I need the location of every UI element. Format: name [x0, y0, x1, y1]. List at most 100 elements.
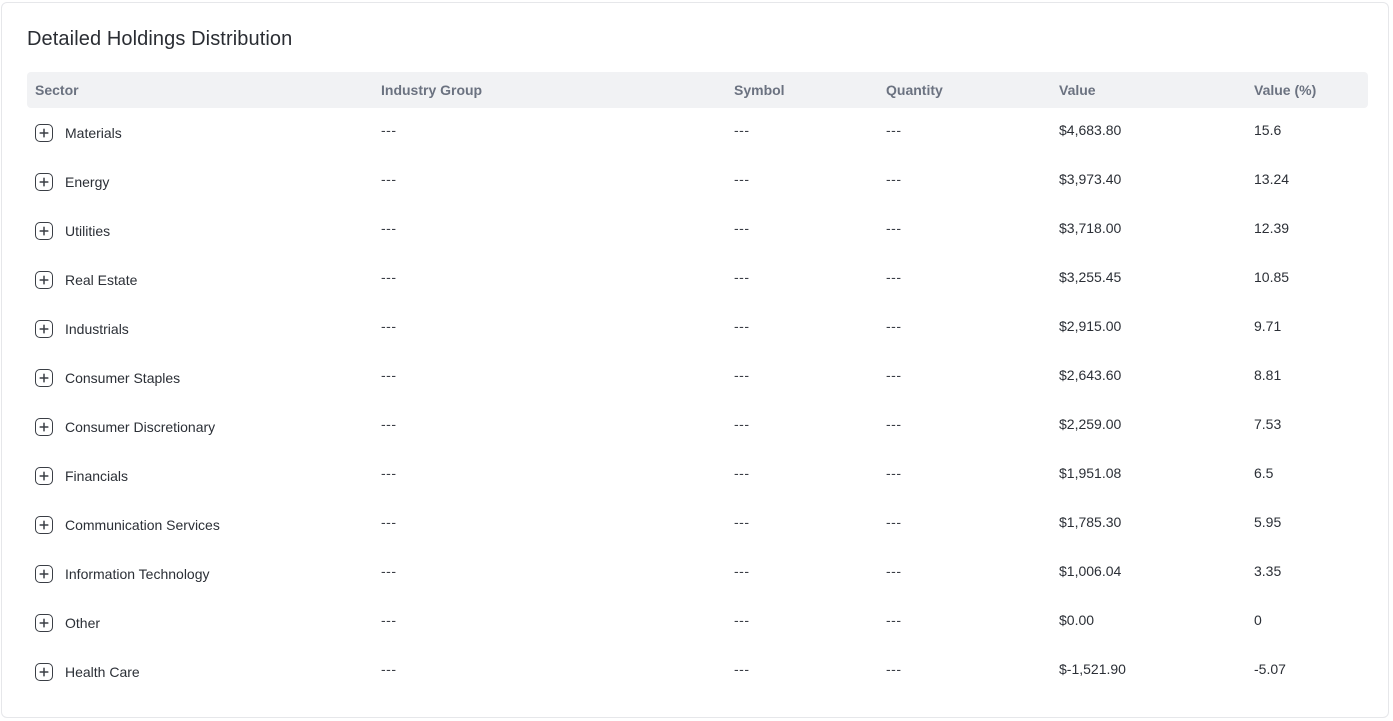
table-row: Financials --- --- --- $1,951.08 6.5	[27, 451, 1368, 500]
sector-label: Communication Services	[65, 517, 220, 533]
table-body: Materials --- --- --- $4,683.80 15.6 Ene…	[27, 108, 1368, 696]
table-row: Other --- --- --- $0.00 0	[27, 598, 1368, 647]
quantity-cell: ---	[886, 269, 902, 285]
column-header-sector[interactable]: Sector	[35, 72, 79, 108]
quantity-cell: ---	[886, 514, 902, 530]
sector-cell: Consumer Staples	[35, 353, 180, 402]
value-pct-cell: -5.07	[1254, 661, 1286, 677]
sector-label: Real Estate	[65, 272, 138, 288]
sector-label: Consumer Discretionary	[65, 419, 216, 435]
column-header-value-pct[interactable]: Value (%)	[1254, 72, 1316, 108]
value-pct-cell: 9.71	[1254, 318, 1282, 334]
expand-row-icon[interactable]	[35, 222, 53, 240]
sector-cell: Financials	[35, 451, 128, 500]
table-row: Health Care --- --- --- $-1,521.90 -5.07	[27, 647, 1368, 696]
value-cell: $1,006.04	[1059, 563, 1122, 579]
sector-cell: Materials	[35, 108, 122, 157]
expand-row-icon[interactable]	[35, 173, 53, 191]
column-header-symbol[interactable]: Symbol	[734, 72, 785, 108]
value-pct-cell: 7.53	[1254, 416, 1282, 432]
industry-group-cell: ---	[381, 563, 397, 579]
quantity-cell: ---	[886, 171, 902, 187]
sector-cell: Health Care	[35, 647, 140, 696]
symbol-cell: ---	[734, 171, 750, 187]
expand-row-icon[interactable]	[35, 320, 53, 338]
symbol-cell: ---	[734, 612, 750, 628]
table-header: Sector Industry Group Symbol Quantity Va…	[27, 72, 1368, 108]
industry-group-cell: ---	[381, 612, 397, 628]
industry-group-cell: ---	[381, 220, 397, 236]
sector-cell: Utilities	[35, 206, 110, 255]
table-row: Real Estate --- --- --- $3,255.45 10.85	[27, 255, 1368, 304]
symbol-cell: ---	[734, 367, 750, 383]
value-pct-cell: 0	[1254, 612, 1262, 628]
industry-group-cell: ---	[381, 171, 397, 187]
industry-group-cell: ---	[381, 269, 397, 285]
quantity-cell: ---	[886, 220, 902, 236]
symbol-cell: ---	[734, 269, 750, 285]
symbol-cell: ---	[734, 661, 750, 677]
value-cell: $1,951.08	[1059, 465, 1122, 481]
expand-row-icon[interactable]	[35, 663, 53, 681]
value-pct-cell: 13.24	[1254, 171, 1290, 187]
sector-label: Other	[65, 615, 101, 631]
symbol-cell: ---	[734, 416, 750, 432]
value-pct-cell: 3.35	[1254, 563, 1282, 579]
sector-cell: Energy	[35, 157, 109, 206]
sector-cell: Information Technology	[35, 549, 210, 598]
holdings-table: Sector Industry Group Symbol Quantity Va…	[27, 72, 1368, 696]
quantity-cell: ---	[886, 612, 902, 628]
table-row: Industrials --- --- --- $2,915.00 9.71	[27, 304, 1368, 353]
value-cell: $3,255.45	[1059, 269, 1122, 285]
symbol-cell: ---	[734, 514, 750, 530]
industry-group-cell: ---	[381, 122, 397, 138]
card-title: Detailed Holdings Distribution	[27, 28, 293, 50]
sector-label: Financials	[65, 468, 129, 484]
value-cell: $2,259.00	[1059, 416, 1122, 432]
quantity-cell: ---	[886, 367, 902, 383]
quantity-cell: ---	[886, 661, 902, 677]
expand-row-icon[interactable]	[35, 124, 53, 142]
sector-label: Industrials	[65, 321, 129, 337]
expand-row-icon[interactable]	[35, 516, 53, 534]
value-pct-cell: 12.39	[1254, 220, 1290, 236]
value-cell: $-1,521.90	[1059, 661, 1126, 677]
quantity-cell: ---	[886, 122, 902, 138]
sector-cell: Industrials	[35, 304, 129, 353]
industry-group-cell: ---	[381, 465, 397, 481]
column-header-industry-group[interactable]: Industry Group	[381, 72, 482, 108]
expand-row-icon[interactable]	[35, 271, 53, 289]
sector-label: Health Care	[65, 664, 140, 680]
sector-cell: Consumer Discretionary	[35, 402, 215, 451]
column-header-quantity[interactable]: Quantity	[886, 72, 943, 108]
value-pct-cell: 15.6	[1254, 122, 1282, 138]
symbol-cell: ---	[734, 122, 750, 138]
quantity-cell: ---	[886, 416, 902, 432]
value-pct-cell: 6.5	[1254, 465, 1274, 481]
value-cell: $2,643.60	[1059, 367, 1122, 383]
table-row: Information Technology --- --- --- $1,00…	[27, 549, 1368, 598]
industry-group-cell: ---	[381, 514, 397, 530]
value-pct-cell: 8.81	[1254, 367, 1282, 383]
sector-label: Materials	[65, 125, 122, 141]
value-cell: $4,683.80	[1059, 122, 1122, 138]
value-pct-cell: 5.95	[1254, 514, 1282, 530]
quantity-cell: ---	[886, 465, 902, 481]
table-row: Consumer Discretionary --- --- --- $2,25…	[27, 402, 1368, 451]
sector-label: Utilities	[65, 223, 111, 239]
sector-label: Energy	[65, 174, 110, 190]
value-pct-cell: 10.85	[1254, 269, 1290, 285]
expand-row-icon[interactable]	[35, 467, 53, 485]
expand-row-icon[interactable]	[35, 614, 53, 632]
symbol-cell: ---	[734, 563, 750, 579]
expand-row-icon[interactable]	[35, 369, 53, 387]
expand-row-icon[interactable]	[35, 565, 53, 583]
expand-row-icon[interactable]	[35, 418, 53, 436]
value-cell: $3,973.40	[1059, 171, 1122, 187]
industry-group-cell: ---	[381, 416, 397, 432]
column-header-value[interactable]: Value	[1059, 72, 1096, 108]
sector-label: Consumer Staples	[65, 370, 181, 386]
symbol-cell: ---	[734, 465, 750, 481]
industry-group-cell: ---	[381, 367, 397, 383]
industry-group-cell: ---	[381, 318, 397, 334]
